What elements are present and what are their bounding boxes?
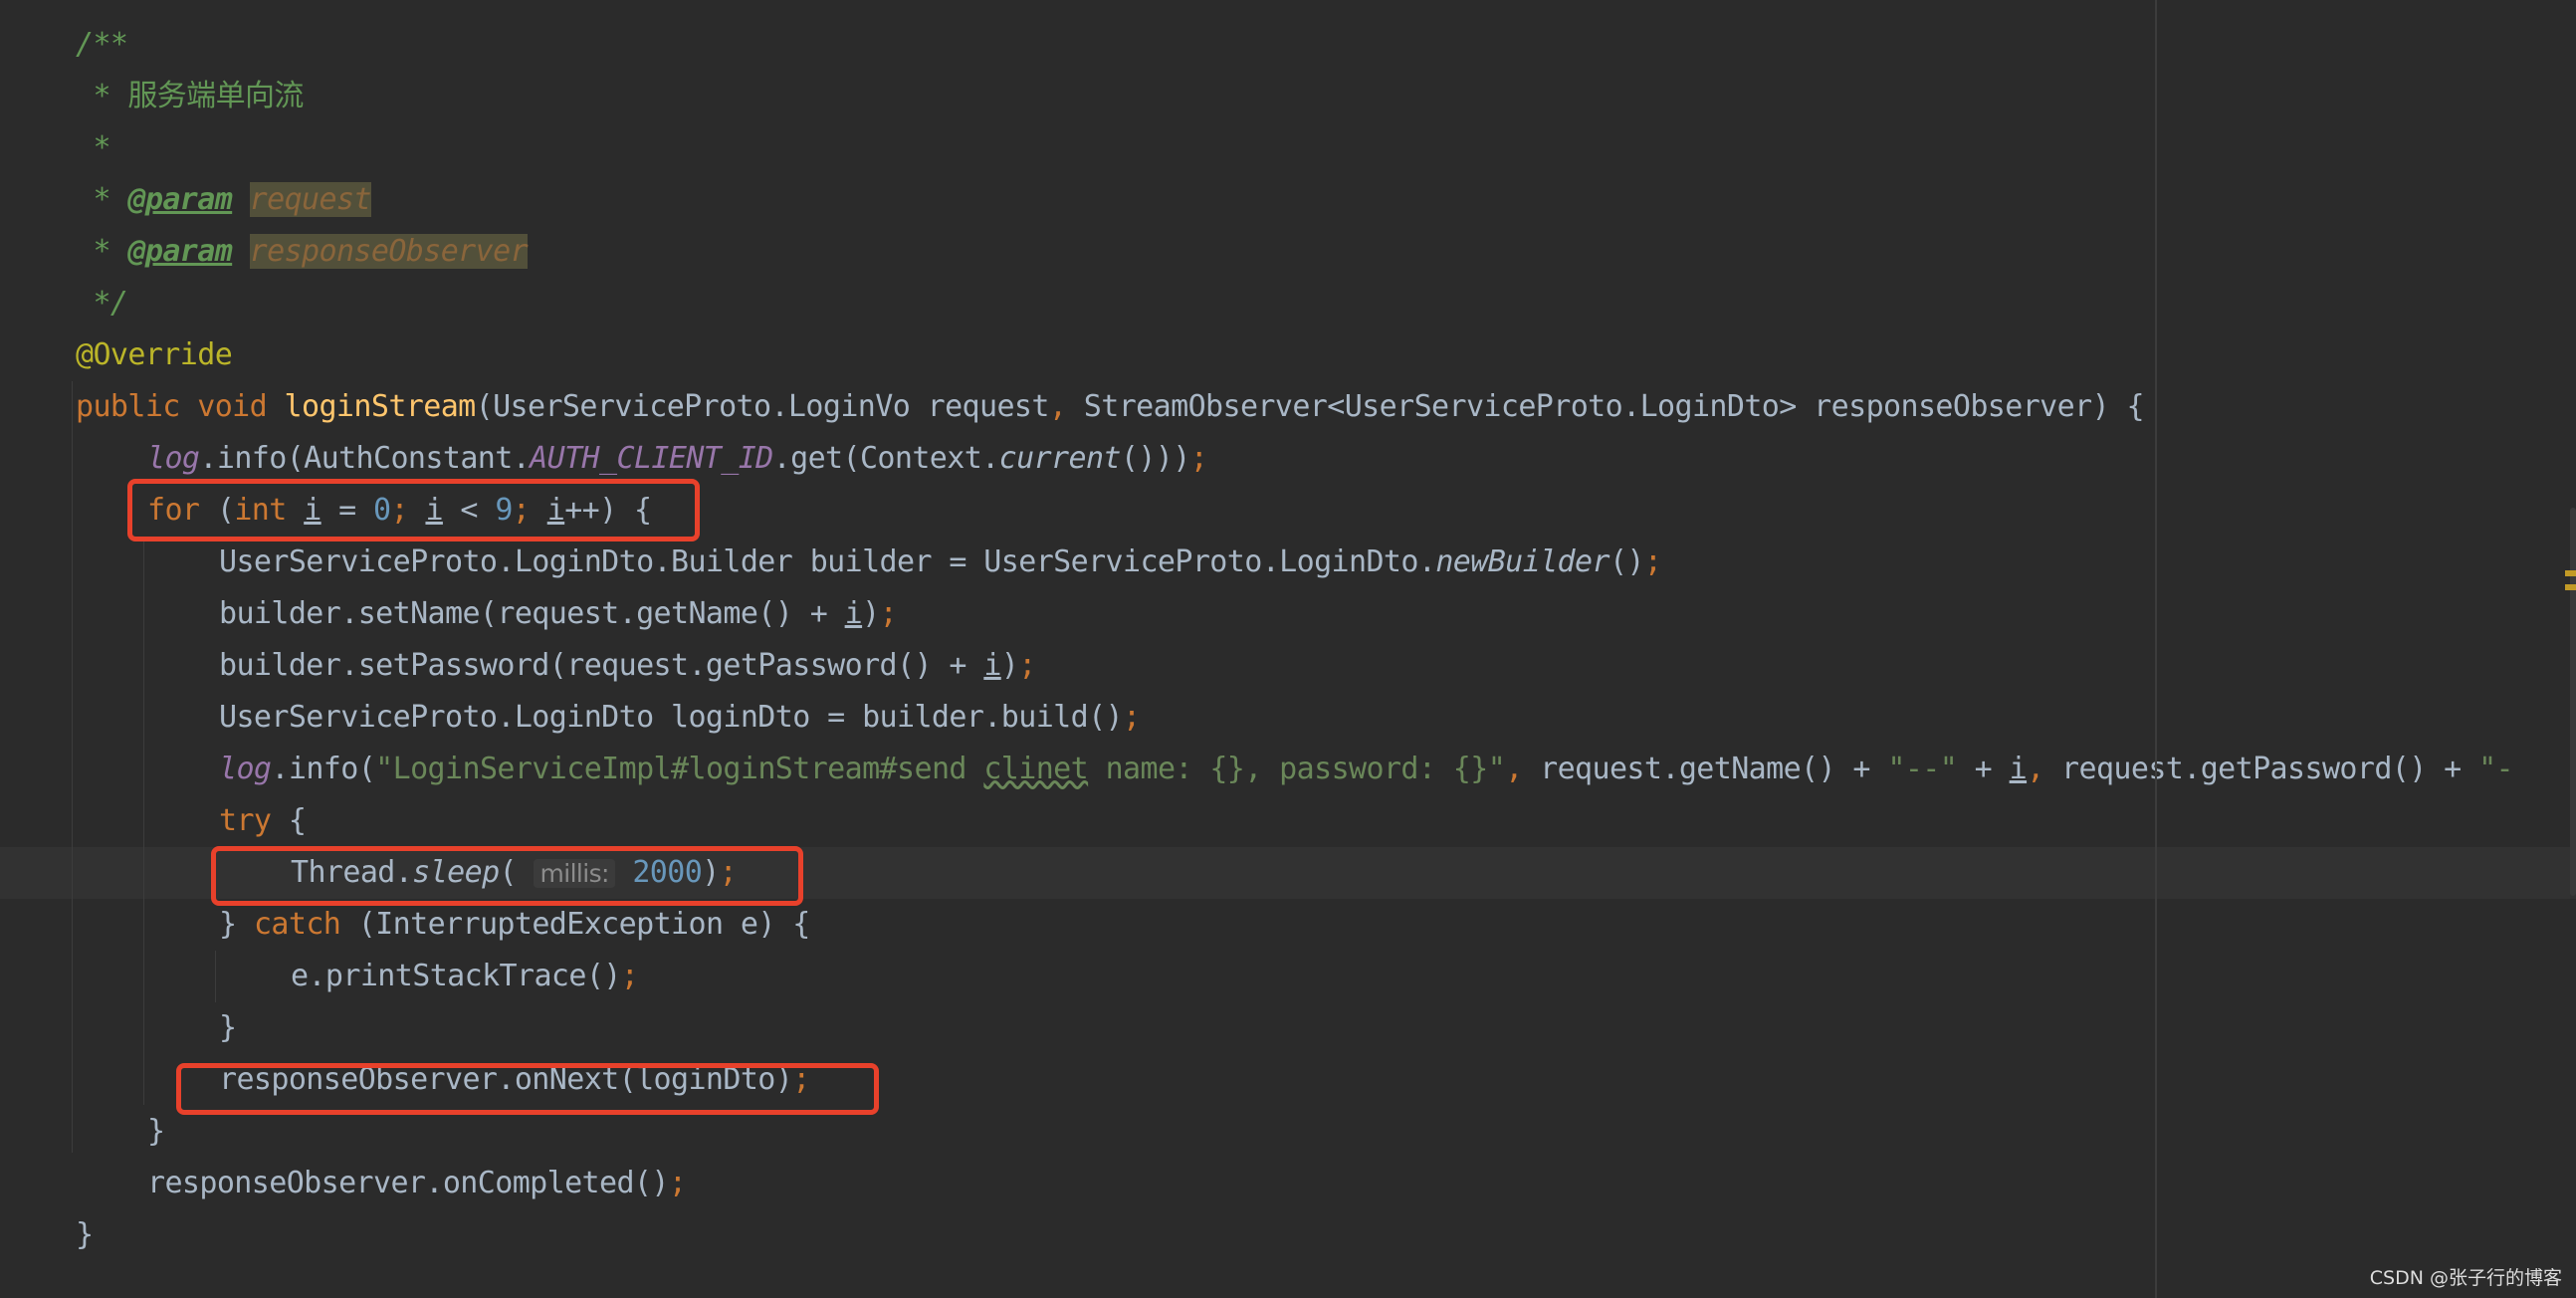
code-token: ; xyxy=(1018,648,1036,683)
code-line[interactable]: * 服务端单向流 xyxy=(0,71,2576,122)
code-token: request xyxy=(249,182,371,217)
code-token: .info(AuthConstant. xyxy=(199,441,531,476)
code-token: * xyxy=(76,130,110,165)
code-token: , xyxy=(2027,752,2062,786)
code-token: i xyxy=(983,648,1001,683)
code-token: "--" xyxy=(1887,752,1958,786)
code-token: (InterruptedException e) { xyxy=(357,907,811,942)
code-line[interactable]: } xyxy=(0,1002,2576,1054)
code-token: + xyxy=(1957,752,2010,786)
code-token: "LoginServiceImpl#loginStream#send xyxy=(375,752,984,786)
code-token: } xyxy=(147,1114,165,1149)
code-token: () xyxy=(1609,544,1645,579)
code-line[interactable]: * xyxy=(0,122,2576,174)
code-line[interactable]: /** xyxy=(0,19,2576,71)
code-token: public void xyxy=(76,389,285,424)
code-token: builder.setName(request.getName() + xyxy=(219,596,845,631)
code-token: , xyxy=(1048,389,1084,424)
code-token: name: {}, password: {}" xyxy=(1088,752,1506,786)
code-token: log xyxy=(147,441,200,476)
code-token: ; xyxy=(879,596,898,631)
code-token: request.getPassword() + xyxy=(2061,752,2479,786)
code-token: @param xyxy=(127,182,233,217)
code-token: "- xyxy=(2478,752,2514,786)
code-line[interactable]: } xyxy=(0,1209,2576,1261)
code-token: * xyxy=(76,234,128,269)
code-line[interactable]: * @param request xyxy=(0,174,2576,226)
highlight-box-thread-sleep xyxy=(211,846,803,906)
code-token: i xyxy=(2009,752,2028,786)
code-line[interactable]: builder.setName(request.getName() + i); xyxy=(0,588,2576,640)
code-line[interactable]: try { xyxy=(0,795,2576,847)
code-line[interactable]: @Override xyxy=(0,329,2576,381)
code-token: log xyxy=(219,752,272,786)
code-token: i xyxy=(844,596,863,631)
code-line[interactable]: UserServiceProto.LoginDto.Builder builde… xyxy=(0,537,2576,588)
code-token: ())) xyxy=(1120,441,1190,476)
indent-guide xyxy=(143,538,144,1105)
code-token: ) xyxy=(862,596,880,631)
right-margin-guide xyxy=(2155,0,2157,1298)
code-token: * xyxy=(76,182,128,217)
code-token: } xyxy=(219,907,254,942)
code-token: builder.setPassword(request.getPassword(… xyxy=(219,648,984,683)
code-token: ; xyxy=(1643,544,1662,579)
code-token: */ xyxy=(76,286,128,321)
code-token: StreamObserver<UserServiceProto.LoginDto… xyxy=(1083,389,2145,424)
code-line[interactable]: */ xyxy=(0,278,2576,329)
code-token: { xyxy=(288,803,307,838)
code-token: request.getName() + xyxy=(1540,752,1888,786)
code-token: current xyxy=(998,441,1122,476)
code-token: /** xyxy=(76,27,128,62)
code-line[interactable]: responseObserver.onCompleted(); xyxy=(0,1158,2576,1209)
code-token: ; xyxy=(1189,441,1208,476)
code-token: .info( xyxy=(271,752,376,786)
code-token: ; xyxy=(1123,700,1141,735)
code-token: try xyxy=(219,803,289,838)
code-line[interactable]: UserServiceProto.LoginDto loginDto = bui… xyxy=(0,692,2576,744)
code-token: @param xyxy=(127,234,233,269)
code-token: loginStream xyxy=(284,389,477,424)
code-token: UserServiceProto.LoginDto.Builder builde… xyxy=(219,544,1436,579)
code-token: responseObserver xyxy=(249,234,529,269)
code-token: e.printStackTrace() xyxy=(291,959,621,993)
code-token: * 服务端单向流 xyxy=(76,79,304,113)
code-line[interactable]: log.info(AuthConstant.AUTH_CLIENT_ID.get… xyxy=(0,433,2576,485)
code-token: ; xyxy=(668,1166,687,1200)
code-token: ) xyxy=(1000,648,1019,683)
code-token: catch xyxy=(253,907,358,942)
code-token: @Override xyxy=(76,337,233,372)
code-line[interactable]: * @param responseObserver xyxy=(0,226,2576,278)
indent-guide xyxy=(215,951,216,1002)
watermark: CSDN @张子行的博客 xyxy=(2369,1267,2562,1289)
code-token: clinet xyxy=(983,752,1089,786)
vertical-scrollbar[interactable] xyxy=(2570,508,2576,896)
code-line[interactable]: public void loginStream(UserServiceProto… xyxy=(0,381,2576,433)
code-token: .get(Context. xyxy=(772,441,1000,476)
highlight-box-on-next xyxy=(176,1063,879,1115)
code-token: } xyxy=(76,1217,94,1252)
code-line[interactable]: e.printStackTrace(); xyxy=(0,951,2576,1002)
warning-marker-icon xyxy=(2565,570,2576,576)
code-line[interactable]: log.info("LoginServiceImpl#loginStream#s… xyxy=(0,744,2576,795)
code-token: AUTH_CLIENT_ID xyxy=(530,441,773,476)
code-token: (UserServiceProto.LoginVo request xyxy=(475,389,1050,424)
code-line[interactable]: builder.setPassword(request.getPassword(… xyxy=(0,640,2576,692)
code-token: } xyxy=(219,1010,237,1045)
code-line[interactable]: } catch (InterruptedException e) { xyxy=(0,899,2576,951)
code-token: newBuilder xyxy=(1435,544,1610,579)
indent-guide xyxy=(72,381,73,1153)
code-token: , xyxy=(1505,752,1541,786)
code-token: UserServiceProto.LoginDto loginDto = bui… xyxy=(219,700,1124,735)
highlight-box-for-loop xyxy=(127,479,700,541)
code-token: responseObserver.onCompleted() xyxy=(147,1166,669,1200)
code-token: ; xyxy=(620,959,639,993)
